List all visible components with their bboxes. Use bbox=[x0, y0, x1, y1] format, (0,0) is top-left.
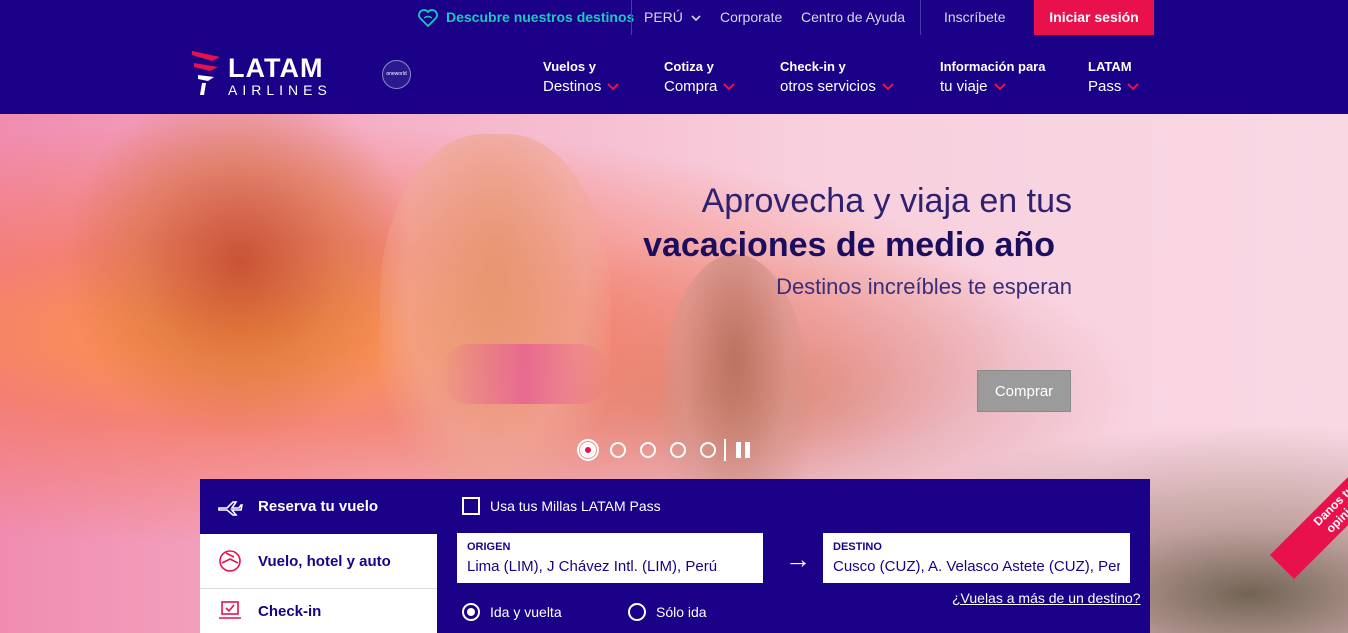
oneway-label: Sólo ida bbox=[656, 604, 707, 620]
menu-label-line2: Destinos bbox=[543, 78, 602, 95]
tab-label: Check-in bbox=[258, 602, 322, 620]
latam-logo-icon bbox=[192, 51, 220, 95]
package-travel-icon bbox=[219, 550, 241, 572]
carousel-indicators bbox=[577, 438, 750, 462]
multi-destination-link[interactable]: ¿Vuelas a más de un destino? bbox=[952, 590, 1141, 606]
chevron-down-icon bbox=[723, 83, 736, 91]
menu-checkin-servicios[interactable]: Check-in y otros servicios bbox=[780, 59, 894, 97]
top-utility-bar: Descubre nuestros destinos PERÚ Corporat… bbox=[0, 0, 1348, 35]
arrow-right-icon: → bbox=[785, 544, 811, 574]
discover-label: Descubre nuestros destinos bbox=[446, 9, 635, 25]
chevron-down-icon bbox=[1127, 83, 1140, 91]
carousel-dot-1[interactable] bbox=[577, 439, 599, 461]
use-miles-checkbox[interactable] bbox=[462, 497, 480, 515]
menu-cotiza-compra[interactable]: Cotiza y Compra bbox=[664, 59, 736, 97]
origin-value[interactable]: Lima (LIM), J Chávez Intl. (LIM), Perú bbox=[467, 558, 753, 575]
hero-buy-button[interactable]: Comprar bbox=[977, 370, 1071, 412]
laptop-check-icon bbox=[219, 601, 241, 619]
chevron-down-icon bbox=[993, 83, 1006, 91]
tab-check-in[interactable]: Check-in bbox=[200, 589, 437, 633]
logo-wordmark: LATAM bbox=[228, 53, 324, 83]
use-miles-option[interactable]: Usa tus Millas LATAM Pass bbox=[462, 497, 661, 515]
register-link[interactable]: Inscríbete bbox=[944, 0, 1005, 35]
main-navigation: LATAM AIRLINES oneworld Vuelos y Destino… bbox=[0, 35, 1348, 114]
destination-field[interactable]: DESTINO Cusco (CUZ), A. Velasco Astete (… bbox=[823, 533, 1130, 583]
hero-headline: Aprovecha y viaja en tus bbox=[701, 182, 1072, 220]
roundtrip-label: Ida y vuelta bbox=[490, 604, 562, 620]
oneworld-badge: oneworld bbox=[382, 60, 411, 89]
topbar-divider bbox=[631, 0, 632, 35]
menu-informacion-viaje[interactable]: Información para tu viaje bbox=[940, 59, 1045, 97]
menu-vuelos-destinos[interactable]: Vuelos y Destinos bbox=[543, 59, 620, 97]
origin-label: ORIGEN bbox=[467, 541, 511, 553]
menu-label-line2: otros servicios bbox=[780, 78, 876, 95]
carousel-dot-4[interactable] bbox=[670, 442, 686, 458]
help-center-link[interactable]: Centro de Ayuda bbox=[801, 0, 905, 35]
discover-destinations-link[interactable]: Descubre nuestros destinos bbox=[418, 0, 634, 35]
oneway-option[interactable]: Sólo ida bbox=[628, 603, 707, 621]
login-button[interactable]: Iniciar sesión bbox=[1034, 0, 1154, 35]
corporate-link[interactable]: Corporate bbox=[720, 0, 782, 35]
tab-vuelo-hotel-auto[interactable]: Vuelo, hotel y auto bbox=[200, 534, 437, 589]
airplane-icon bbox=[218, 500, 243, 516]
menu-label-line1: Cotiza y bbox=[664, 59, 714, 74]
carousel-dot-5[interactable] bbox=[700, 442, 716, 458]
latam-logo[interactable]: LATAM AIRLINES bbox=[190, 49, 350, 101]
menu-label-line1: Vuelos y bbox=[543, 59, 596, 74]
menu-label-line2: Compra bbox=[664, 78, 718, 95]
destination-value[interactable]: Cusco (CUZ), A. Velasco Astete (CUZ), Pe… bbox=[833, 558, 1120, 575]
menu-label-line1: Información para bbox=[940, 59, 1046, 74]
menu-label-line2: tu viaje bbox=[940, 78, 988, 95]
hero-headline-bold: vacaciones de medio año bbox=[643, 226, 1055, 264]
menu-label-line2: Pass bbox=[1088, 78, 1122, 95]
oneway-radio[interactable] bbox=[628, 603, 646, 621]
use-miles-label: Usa tus Millas LATAM Pass bbox=[490, 498, 661, 514]
carousel-dot-2[interactable] bbox=[610, 442, 626, 458]
tab-label: Vuelo, hotel y auto bbox=[258, 552, 391, 570]
tab-reserva-vuelo[interactable]: Reserva tu vuelo bbox=[200, 479, 437, 534]
roundtrip-radio[interactable] bbox=[462, 603, 480, 621]
menu-latam-pass[interactable]: LATAM Pass bbox=[1088, 59, 1140, 97]
hero-photo-hair bbox=[60, 114, 420, 444]
heart-globe-icon bbox=[418, 8, 438, 27]
tab-label: Reserva tu vuelo bbox=[258, 498, 379, 515]
hero-photo-detail bbox=[440, 344, 610, 404]
chevron-down-icon bbox=[691, 14, 701, 21]
country-label: PERÚ bbox=[644, 9, 683, 25]
roundtrip-option[interactable]: Ida y vuelta bbox=[462, 603, 562, 621]
chevron-down-icon bbox=[882, 83, 894, 91]
menu-label-line1: Check-in y bbox=[780, 59, 846, 74]
topbar-divider bbox=[920, 0, 921, 35]
country-selector[interactable]: PERÚ bbox=[644, 0, 701, 35]
carousel-divider bbox=[724, 439, 726, 461]
menu-label-line1: LATAM bbox=[1088, 59, 1132, 74]
pause-icon[interactable] bbox=[736, 442, 750, 458]
origin-field[interactable]: ORIGEN Lima (LIM), J Chávez Intl. (LIM),… bbox=[457, 533, 763, 583]
chevron-down-icon bbox=[607, 83, 620, 91]
destination-label: DESTINO bbox=[833, 541, 882, 553]
carousel-dot-3[interactable] bbox=[640, 442, 656, 458]
booking-widget: Reserva tu vuelo Vuelo, hotel y auto Che… bbox=[200, 479, 1150, 633]
hero-subheadline: Destinos increíbles te esperan bbox=[776, 274, 1072, 299]
booking-tabs: Reserva tu vuelo Vuelo, hotel y auto Che… bbox=[200, 479, 437, 633]
logo-subtitle: AIRLINES bbox=[228, 82, 332, 98]
